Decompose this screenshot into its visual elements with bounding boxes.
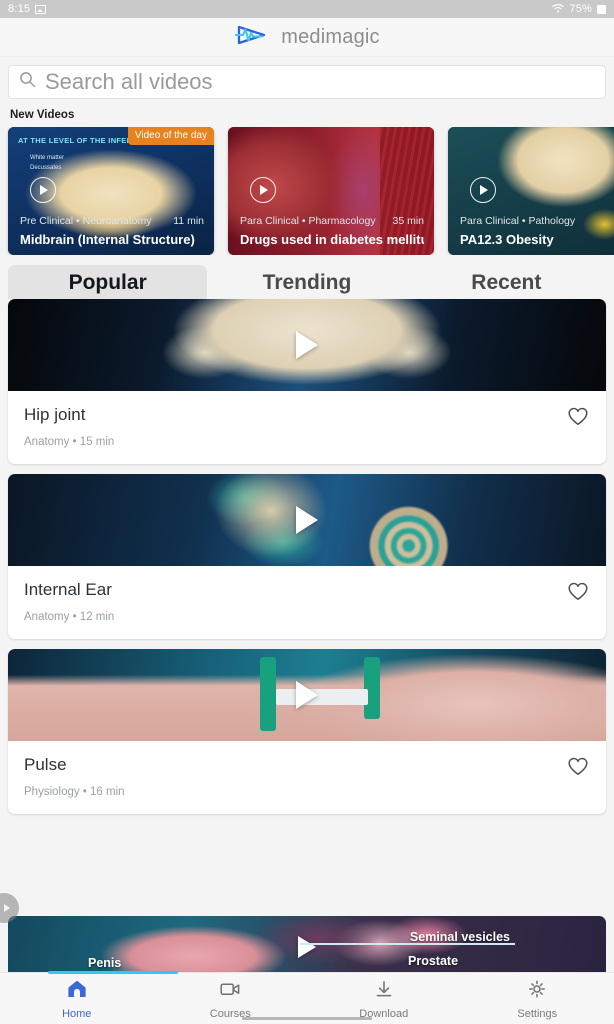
video-info: Internal Ear Anatomy • 12 min: [8, 566, 606, 639]
video-title: PA12.3 Obesity: [460, 232, 554, 247]
video-duration: 35 min: [392, 215, 424, 227]
play-icon[interactable]: [296, 331, 318, 359]
video-subtitle: Physiology • 16 min: [24, 786, 125, 798]
nav-item-download[interactable]: Download: [307, 979, 461, 1020]
video-list: Hip joint Anatomy • 15 min Internal Ear …: [0, 299, 614, 814]
anatomy-label-prostate: Prostate: [408, 954, 459, 968]
tab-trending[interactable]: Trending: [207, 265, 406, 299]
gear-icon: [526, 979, 548, 1004]
video-category: Para Clinical • Pharmacology: [240, 215, 376, 227]
scroll-indicator: [48, 971, 178, 974]
bottom-navigation: Home Courses Download Settings: [0, 972, 614, 1024]
battery-percent-label: 75%: [569, 3, 592, 15]
video-title: Midbrain (Internal Structure): [20, 232, 195, 247]
play-icon[interactable]: [30, 177, 56, 203]
status-bar-clock: 8:15: [8, 3, 31, 15]
nav-item-home[interactable]: Home: [0, 979, 154, 1020]
new-videos-carousel[interactable]: AT THE LEVEL OF THE INFERIOR COLLICULUS …: [0, 127, 614, 255]
wifi-icon: [552, 3, 565, 16]
video-thumbnail[interactable]: [8, 299, 606, 391]
tab-recent[interactable]: Recent: [407, 265, 606, 299]
medimagic-pulse-arrow-logo-icon: [234, 22, 272, 53]
search-bar[interactable]: Search all videos: [8, 65, 606, 99]
new-video-card[interactable]: Para Clinical • Pathology PA12.3 Obesity: [448, 127, 614, 255]
play-icon[interactable]: [296, 681, 318, 709]
category-tabs: Popular Trending Recent: [0, 265, 614, 299]
nav-label-settings: Settings: [517, 1008, 558, 1020]
search-section: Search all videos: [0, 57, 614, 99]
nav-label-home: Home: [62, 1008, 92, 1020]
status-bar-left: 8:15: [8, 3, 47, 15]
video-list-item-partial[interactable]: Seminal vesicles Penis Prostate: [8, 916, 606, 972]
play-icon[interactable]: [470, 177, 496, 203]
video-title: Pulse: [24, 755, 67, 774]
category-tabs-container: Popular Trending Recent: [0, 255, 614, 299]
play-icon[interactable]: [250, 177, 276, 203]
heart-outline-icon[interactable]: [566, 580, 590, 607]
app-screen: 8:15 75% medimagic Search all videos New…: [0, 0, 614, 1024]
video-title: Internal Ear: [24, 580, 112, 599]
video-list-item[interactable]: Internal Ear Anatomy • 12 min: [8, 474, 606, 639]
app-header: medimagic: [0, 18, 614, 57]
video-thumbnail[interactable]: [8, 474, 606, 566]
thumbnail-overlay-line1: White matter: [30, 155, 65, 161]
video-thumbnail[interactable]: [8, 649, 606, 741]
video-title: Hip joint: [24, 405, 86, 424]
brand-name: medimagic: [281, 25, 380, 48]
play-icon[interactable]: [298, 936, 316, 959]
download-icon: [373, 979, 395, 1004]
search-input[interactable]: Search all videos: [45, 71, 213, 93]
home-icon: [66, 979, 88, 1004]
anatomy-label-seminal-vesicles: Seminal vesicles: [299, 930, 516, 945]
video-meta: Pre Clinical • Neuroanatomy 11 min: [20, 215, 204, 227]
video-camera-icon: [219, 979, 241, 1004]
video-subtitle: Anatomy • 15 min: [24, 436, 115, 448]
video-list-item[interactable]: Hip joint Anatomy • 15 min: [8, 299, 606, 464]
video-of-the-day-badge: Video of the day: [127, 127, 214, 145]
home-indicator: [242, 1016, 372, 1020]
video-list-item[interactable]: Pulse Physiology • 16 min: [8, 649, 606, 814]
chevron-right-icon: [4, 904, 10, 912]
battery-icon: [597, 4, 606, 14]
anatomy-label-penis: Penis: [88, 956, 122, 970]
video-info: Hip joint Anatomy • 15 min: [8, 391, 606, 464]
brand-logo: medimagic: [234, 22, 380, 53]
video-category: Pre Clinical • Neuroanatomy: [20, 215, 152, 227]
new-videos-heading: New Videos: [10, 109, 75, 121]
play-icon[interactable]: [296, 506, 318, 534]
image-icon: [35, 4, 47, 14]
thumbnail-overlay-line2: Decussates: [30, 165, 62, 172]
video-duration: 11 min: [173, 215, 204, 227]
video-title: Drugs used in diabetes mellitus II: [240, 232, 424, 247]
nav-item-settings[interactable]: Settings: [461, 979, 614, 1020]
tab-popular[interactable]: Popular: [8, 265, 208, 299]
video-meta: Para Clinical • Pharmacology 35 min: [240, 215, 424, 227]
video-info: Pulse Physiology • 16 min: [8, 741, 606, 814]
thumbnail-overlay-text: White matter Decussates: [30, 153, 64, 173]
video-category: Para Clinical • Pathology: [460, 215, 576, 227]
status-bar-right: 75%: [552, 3, 606, 16]
status-bar: 8:15 75%: [0, 0, 614, 18]
nav-item-courses[interactable]: Courses: [154, 979, 308, 1020]
heart-outline-icon[interactable]: [566, 755, 590, 782]
search-icon: [19, 71, 36, 93]
new-video-card[interactable]: AT THE LEVEL OF THE INFERIOR COLLICULUS …: [8, 127, 214, 255]
heart-outline-icon[interactable]: [566, 405, 590, 432]
new-video-card[interactable]: Para Clinical • Pharmacology 35 min Drug…: [228, 127, 434, 255]
video-meta: Para Clinical • Pathology: [460, 215, 614, 227]
video-subtitle: Anatomy • 12 min: [24, 611, 115, 623]
